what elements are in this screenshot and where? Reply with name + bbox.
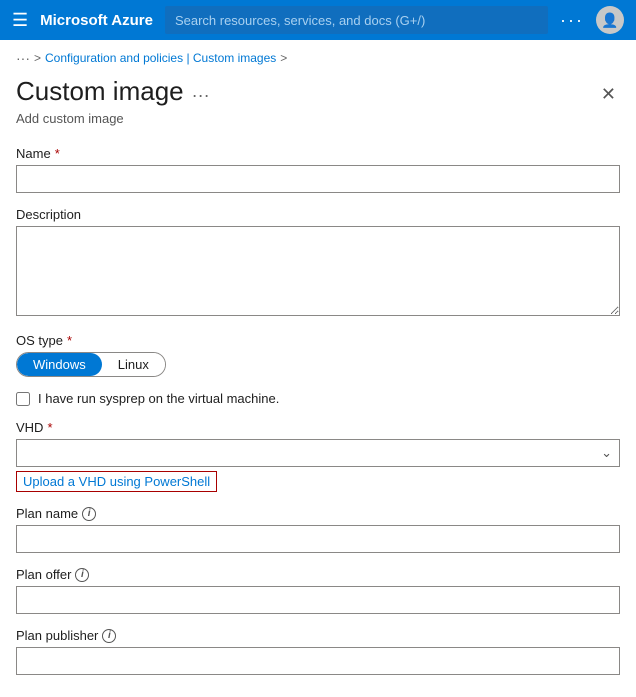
os-windows-button[interactable]: Windows [17, 353, 102, 376]
page-title-area: Custom image ··· [16, 76, 210, 107]
nav-bar: ☰ Microsoft Azure ··· 👤 [0, 0, 636, 40]
breadcrumb-dots[interactable]: ··· [16, 50, 30, 66]
page-header-dots-icon[interactable]: ··· [192, 85, 210, 106]
sysprep-row: I have run sysprep on the virtual machin… [16, 391, 620, 406]
vhd-required-star: * [47, 420, 52, 435]
breadcrumb-sep2: > [280, 51, 287, 65]
plan-name-field: Plan name i [16, 506, 620, 553]
description-field: Description [16, 207, 620, 319]
plan-publisher-input[interactable] [16, 647, 620, 675]
plan-publisher-info-icon[interactable]: i [102, 629, 116, 643]
name-required-star: * [55, 146, 60, 161]
description-input[interactable] [16, 226, 620, 316]
os-type-toggle: Windows Linux [16, 352, 166, 377]
plan-offer-info-icon[interactable]: i [75, 568, 89, 582]
os-type-field: OS type * Windows Linux [16, 333, 620, 377]
avatar[interactable]: 👤 [596, 6, 624, 34]
plan-name-info-icon[interactable]: i [82, 507, 96, 521]
page-subtitle: Add custom image [0, 109, 636, 138]
breadcrumb-sep1: > [34, 51, 41, 65]
upload-vhd-link[interactable]: Upload a VHD using PowerShell [16, 471, 217, 492]
name-input[interactable] [16, 165, 620, 193]
plan-offer-input[interactable] [16, 586, 620, 614]
plan-offer-label: Plan offer i [16, 567, 620, 582]
sysprep-label: I have run sysprep on the virtual machin… [38, 391, 279, 406]
name-label: Name * [16, 146, 620, 161]
os-type-label: OS type * [16, 333, 620, 348]
nav-dots-icon[interactable]: ··· [560, 10, 584, 31]
page-title: Custom image [16, 76, 184, 107]
breadcrumb: ··· > Configuration and policies | Custo… [0, 40, 636, 72]
plan-name-input[interactable] [16, 525, 620, 553]
sysprep-checkbox[interactable] [16, 392, 30, 406]
vhd-label: VHD * [16, 420, 620, 435]
content-area: ··· > Configuration and policies | Custo… [0, 40, 636, 697]
plan-name-label: Plan name i [16, 506, 620, 521]
plan-offer-field: Plan offer i [16, 567, 620, 614]
plan-publisher-label: Plan publisher i [16, 628, 620, 643]
form-area: Name * Description OS type * Windows Lin… [0, 138, 636, 697]
name-field: Name * [16, 146, 620, 193]
close-button[interactable]: ✕ [597, 80, 620, 109]
plan-publisher-field: Plan publisher i [16, 628, 620, 675]
vhd-select[interactable] [16, 439, 620, 467]
os-type-required-star: * [67, 333, 72, 348]
vhd-field: VHD * ⌄ Upload a VHD using PowerShell [16, 420, 620, 492]
search-input[interactable] [165, 6, 548, 34]
description-label: Description [16, 207, 620, 222]
os-linux-button[interactable]: Linux [102, 353, 165, 376]
breadcrumb-config-link[interactable]: Configuration and policies | Custom imag… [45, 51, 276, 65]
hamburger-icon[interactable]: ☰ [12, 10, 28, 31]
page-header: Custom image ··· ✕ [0, 72, 636, 109]
vhd-select-wrapper: ⌄ [16, 439, 620, 467]
azure-brand: Microsoft Azure [40, 12, 153, 29]
